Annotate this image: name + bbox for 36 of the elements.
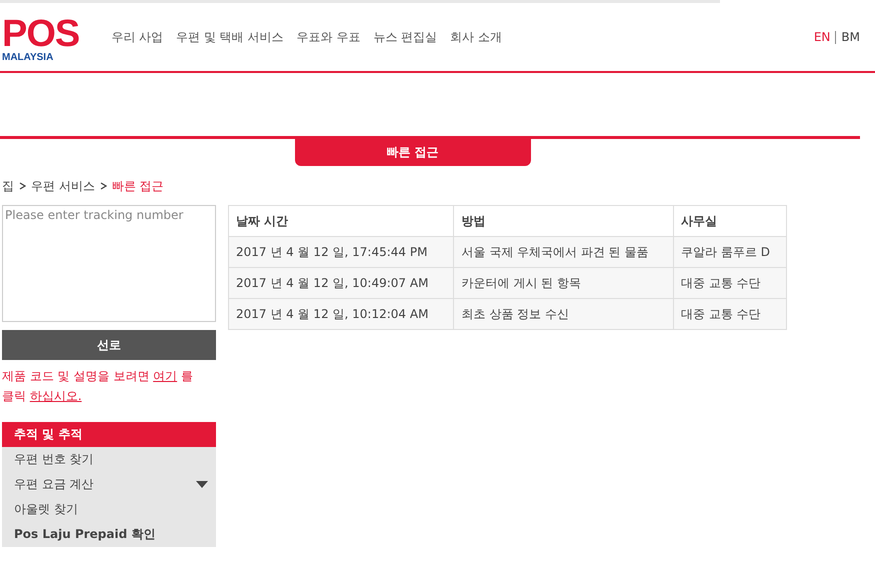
table-cell: 2017 년 4 월 12 일, 17:45:44 PM [228, 236, 454, 268]
column-header: 사무실 [674, 206, 786, 236]
language-link[interactable]: BM [841, 30, 860, 44]
menu-item[interactable]: Pos Laju Prepaid 확인 [2, 522, 216, 547]
table-cell: 서울 국제 우체국에서 파견 된 물품 [454, 236, 674, 268]
menu-item[interactable]: 우편 번호 찾기 [2, 447, 216, 472]
logo[interactable]: POS MALAYSIA [2, 15, 80, 63]
hint-text: 제품 코드 및 설명을 보려면 여기 를 클릭 하십시오. [2, 368, 194, 405]
breadcrumb-link[interactable]: 빠른 접근 [112, 178, 164, 194]
column-header: 날짜 시간 [228, 206, 454, 236]
menu-item[interactable]: 아울렛 찾기 [2, 497, 216, 522]
nav-link[interactable]: 우표와 우표 [296, 28, 360, 46]
nav-link[interactable]: 우편 및 택배 서비스 [176, 28, 284, 46]
table-cell: 2017 년 4 월 12 일, 10:12:04 AM [228, 298, 454, 330]
nav-link[interactable]: 우리 사업 [111, 28, 164, 46]
table-cell: 쿠알라 룸푸르 D [674, 236, 786, 268]
hint-link[interactable]: 하십시오. [30, 389, 82, 403]
track-button[interactable]: 선로 [2, 330, 216, 360]
nav-link[interactable]: 회사 소개 [450, 28, 502, 46]
breadcrumb-link[interactable]: 집 [2, 178, 14, 194]
breadcrumb-separator-icon [100, 182, 107, 190]
menu-item[interactable]: 우편 요금 계산 [2, 472, 216, 497]
breadcrumb-separator-icon [19, 182, 26, 190]
table-cell: 최초 상품 정보 수신 [454, 298, 674, 330]
section-tab[interactable]: 빠른 접근 [294, 139, 530, 166]
language-link[interactable]: EN [814, 30, 830, 44]
nav-link[interactable]: 뉴스 편집실 [373, 28, 438, 46]
table-cell: 대중 교통 수단 [674, 298, 786, 330]
table-cell: 카운터에 게시 된 항목 [454, 268, 674, 298]
hint-link[interactable]: 여기 [153, 369, 178, 383]
menu-item[interactable]: 추적 및 추적 [2, 422, 216, 447]
breadcrumb-link[interactable]: 우편 서비스 [31, 178, 95, 194]
tracking-number-field[interactable]: Please enter tracking number [2, 205, 216, 322]
table-cell: 대중 교통 수단 [674, 268, 786, 298]
column-header: 방법 [454, 206, 674, 236]
table-cell: 2017 년 4 월 12 일, 10:49:07 AM [228, 268, 454, 298]
